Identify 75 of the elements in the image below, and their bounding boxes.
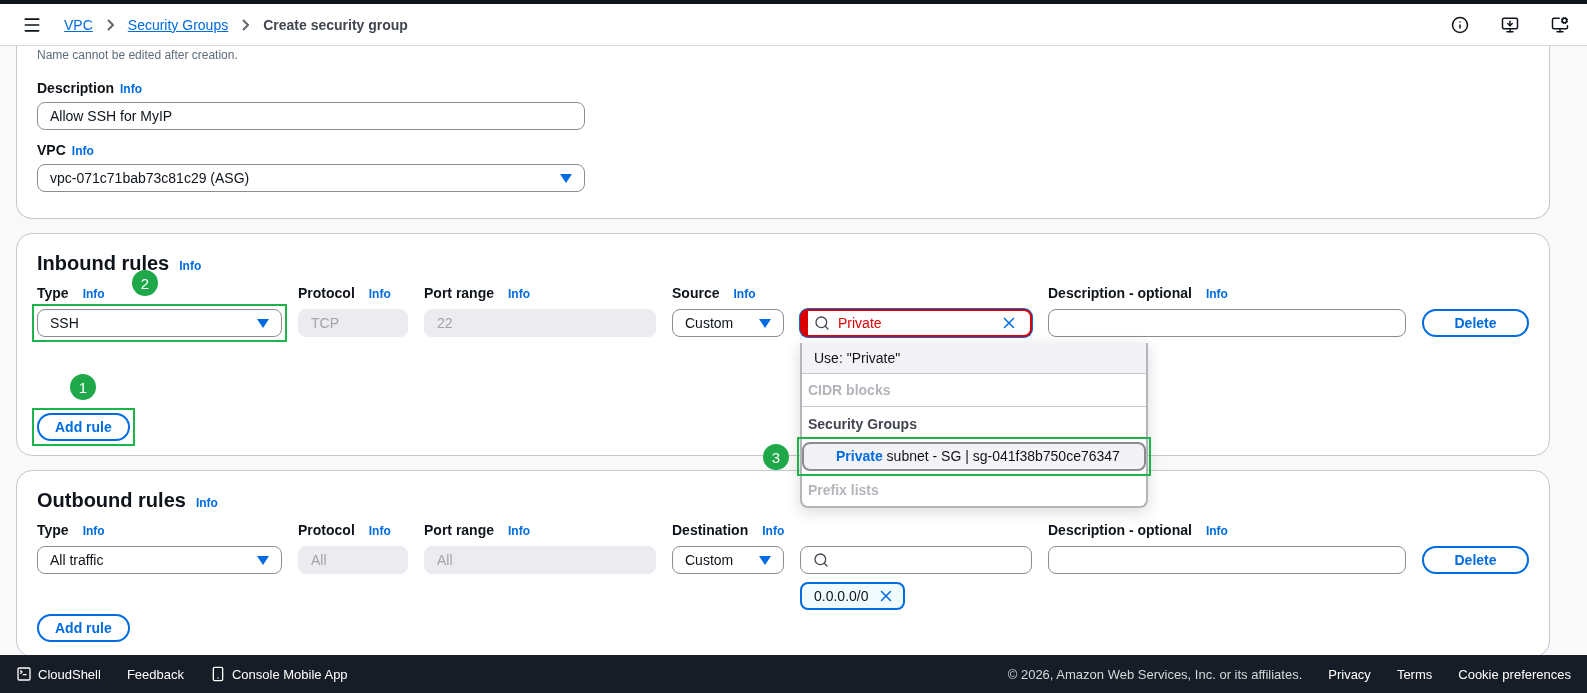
info-link[interactable]: Info xyxy=(179,259,202,273)
source-select[interactable]: Custom xyxy=(672,546,784,574)
search-field[interactable] xyxy=(800,546,1032,574)
caret-icon xyxy=(759,555,771,565)
footer-link[interactable]: Console Mobile App xyxy=(209,666,348,682)
dropdown-option[interactable]: Private subnet - SG | sg-041f38b750ce76347 xyxy=(802,442,1146,471)
info-link[interactable]: Info xyxy=(82,287,105,301)
hint-text: Name cannot be edited after creation. xyxy=(37,48,239,62)
port-range-field: All xyxy=(424,546,656,574)
group-heading: Prefix lists xyxy=(807,480,880,500)
info-link[interactable]: Info xyxy=(195,496,218,510)
info-link[interactable]: Info xyxy=(368,287,391,301)
type-select[interactable]: All traffic xyxy=(37,546,282,574)
footer-link[interactable]: Terms xyxy=(1396,666,1433,682)
footer-link[interactable]: Privacy xyxy=(1328,666,1371,682)
step-number: 2 xyxy=(132,270,158,296)
terminal-icon xyxy=(16,666,32,682)
breadcrumb-link[interactable]: VPC xyxy=(64,16,93,33)
group-heading: Security Groups xyxy=(807,414,918,434)
footer-link[interactable]: Feedback xyxy=(126,666,184,682)
footer-link[interactable]: CloudShell xyxy=(16,666,101,682)
footer-link[interactable]: Cookie preferences xyxy=(1458,666,1571,682)
column-label: Protocol xyxy=(298,522,355,538)
caret-icon xyxy=(257,318,269,328)
section-title: Outbound rules xyxy=(37,489,186,512)
info-link[interactable]: Info xyxy=(733,287,756,301)
field-label: Description xyxy=(37,80,114,96)
step-number: 1 xyxy=(70,374,96,400)
caret-icon xyxy=(560,173,572,183)
caret-icon xyxy=(257,555,269,565)
column-label: Type xyxy=(37,522,69,538)
info-link[interactable]: Info xyxy=(82,524,105,538)
add-rule-button[interactable]: Add rule xyxy=(37,413,130,441)
breadcrumb-current: Create security group xyxy=(263,16,408,33)
breadcrumb-link[interactable]: Security Groups xyxy=(127,16,229,33)
info-link[interactable]: Info xyxy=(508,287,530,301)
description-field[interactable]: Allow SSH for MyIP xyxy=(37,102,585,130)
search-icon xyxy=(813,552,829,568)
port-range-field: 22 xyxy=(424,309,656,337)
column-label: Destination xyxy=(672,522,749,538)
column-label: Description - optional xyxy=(1048,522,1192,538)
info-link[interactable]: Info xyxy=(71,144,94,158)
add-rule-button[interactable]: Add rule xyxy=(37,614,130,642)
column-label: Port range xyxy=(424,522,494,538)
chevron-icon xyxy=(106,18,114,31)
chevron-icon xyxy=(242,18,250,31)
column-label: Protocol xyxy=(298,285,355,301)
column-label: Type xyxy=(37,285,69,301)
protocol-field: TCP xyxy=(298,309,408,337)
type-select[interactable]: SSH xyxy=(37,309,282,337)
search-field[interactable]: Private xyxy=(800,309,1032,337)
info-link[interactable]: Info xyxy=(368,524,391,538)
group-heading: CIDR blocks xyxy=(802,374,1146,407)
delete-button[interactable]: Delete xyxy=(1422,309,1529,337)
description-field[interactable] xyxy=(1048,546,1406,574)
token-chip: 0.0.0.0/0 xyxy=(800,582,905,610)
search-icon xyxy=(814,315,830,331)
column-label: Description - optional xyxy=(1048,285,1192,301)
description-field[interactable] xyxy=(1048,309,1406,337)
copyright-text: © 2026, Amazon Web Services, Inc. or its affiliates. xyxy=(1007,666,1303,682)
field-label: VPC xyxy=(37,142,66,158)
info-link[interactable]: Info xyxy=(1205,524,1228,538)
column-label: Port range xyxy=(424,285,494,301)
step-number: 3 xyxy=(763,444,789,470)
protocol-field: All xyxy=(298,546,408,574)
vpc-select[interactable]: vpc-071c71bab73c81c29 (ASG) xyxy=(37,164,585,192)
dropdown-option[interactable]: Use: "Private" xyxy=(802,343,1146,374)
source-select[interactable]: Custom xyxy=(672,309,784,337)
caret-icon xyxy=(759,318,771,328)
info-link[interactable]: Info xyxy=(1205,287,1228,301)
column-label: Source xyxy=(672,285,720,301)
info-link[interactable]: Info xyxy=(762,524,785,538)
info-link[interactable]: Info xyxy=(508,524,530,538)
delete-button[interactable]: Delete xyxy=(1422,546,1529,574)
info-link[interactable]: Info xyxy=(120,82,142,96)
